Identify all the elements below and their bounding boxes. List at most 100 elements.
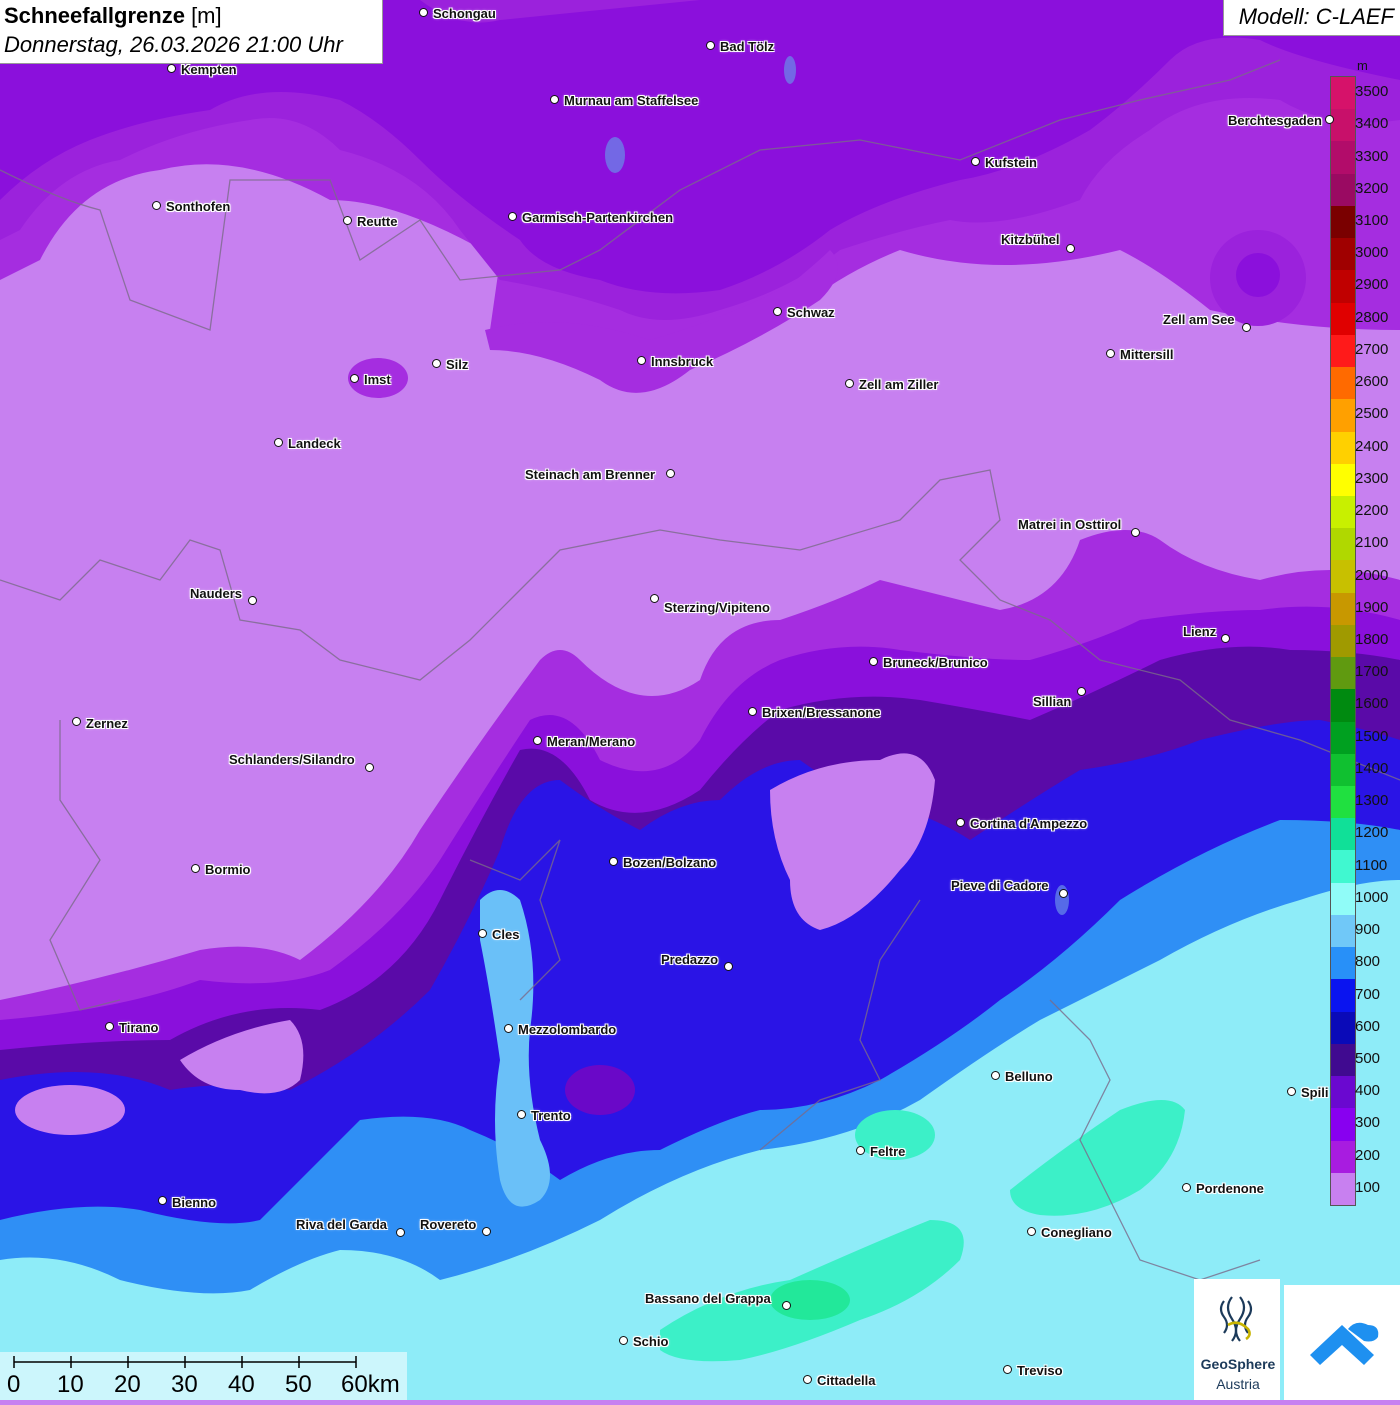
city-marker	[343, 216, 352, 225]
legend-label: 1500	[1355, 727, 1389, 745]
legend-unit: m	[1357, 58, 1368, 73]
legend-swatch	[1331, 431, 1355, 465]
legend-label: 2700	[1355, 340, 1389, 358]
legend-label: 2200	[1355, 502, 1389, 520]
city-marker	[350, 374, 359, 383]
city-marker	[365, 763, 374, 772]
title-box: Schneefallgrenze [m] Donnerstag, 26.03.2…	[0, 0, 383, 64]
map-datetime: Donnerstag, 26.03.2026 21:00 Uhr	[4, 32, 343, 57]
legend-swatch	[1331, 1043, 1355, 1077]
city-marker	[1059, 889, 1068, 898]
city-label: Landeck	[288, 436, 341, 451]
legend-swatch	[1331, 1108, 1355, 1142]
legend-label: 3300	[1355, 147, 1389, 165]
city-label: Imst	[364, 372, 391, 387]
city-marker	[533, 736, 542, 745]
city-label: Schwaz	[787, 305, 835, 320]
city-label: Matrei in Osttirol	[1018, 517, 1122, 532]
city-marker	[1182, 1183, 1191, 1192]
city-label: Sterzing/Vipiteno	[664, 600, 770, 615]
app-logo[interactable]	[1284, 1285, 1400, 1400]
city-label: Reutte	[357, 214, 398, 229]
legend-label: 1200	[1355, 824, 1389, 842]
city-label: Schio	[633, 1334, 669, 1349]
city-marker	[1066, 244, 1075, 253]
city-label: Bormio	[205, 862, 251, 877]
city-label: Schongau	[433, 6, 496, 21]
city-marker	[706, 41, 715, 50]
city-marker	[856, 1146, 865, 1155]
city-marker	[167, 64, 176, 73]
city-label: Bad Tölz	[720, 39, 775, 54]
city-marker	[971, 157, 980, 166]
scale-label: 60km	[341, 1371, 400, 1398]
legend-swatch	[1331, 495, 1355, 529]
city-marker	[1242, 323, 1251, 332]
legend-swatch	[1331, 205, 1355, 239]
city-label: Rovereto	[420, 1217, 477, 1232]
cloud-arrow-icon	[1310, 1322, 1379, 1365]
map-title: Schneefallgrenze [m]	[4, 3, 222, 29]
geosphere-logo-icon	[1219, 1296, 1253, 1342]
legend-swatch	[1331, 1011, 1355, 1045]
city-marker	[508, 212, 517, 221]
legend-swatch	[1331, 270, 1355, 304]
city-label: Nauders	[190, 586, 243, 601]
legend-label: 2900	[1355, 276, 1389, 294]
city-marker	[666, 469, 675, 478]
legend-swatch	[1331, 1172, 1355, 1206]
city-marker	[274, 438, 283, 447]
legend-swatch	[1331, 399, 1355, 432]
city-label: Lienz	[1183, 624, 1217, 639]
legend-swatch	[1331, 109, 1355, 142]
legend-label: 1700	[1355, 663, 1389, 681]
legend-label: 1300	[1355, 792, 1389, 810]
legend-label: 1600	[1355, 695, 1389, 713]
legend-swatch	[1331, 238, 1355, 271]
city-marker	[152, 201, 161, 210]
city-marker	[517, 1110, 526, 1119]
legend-swatch	[1331, 786, 1355, 819]
city-marker	[419, 8, 428, 17]
city-label: Cittadella	[817, 1373, 876, 1388]
scale-label: 30	[171, 1371, 198, 1398]
city-marker	[1106, 349, 1115, 358]
title-bold: Schneefallgrenze	[4, 3, 185, 28]
legend-swatch	[1331, 367, 1355, 400]
legend-label: 200	[1355, 1146, 1381, 1164]
legend-label: 400	[1355, 1082, 1381, 1100]
legend-swatch	[1331, 592, 1355, 626]
city-marker	[105, 1022, 114, 1031]
city-marker	[482, 1227, 491, 1236]
legend-swatch	[1331, 818, 1355, 851]
legend-label: 1900	[1355, 598, 1389, 616]
city-marker	[803, 1375, 812, 1384]
legend-label: 100	[1355, 1178, 1381, 1196]
city-label: Conegliano	[1041, 1225, 1112, 1240]
city-label: Garmisch-Partenkirchen	[522, 210, 674, 225]
legend-label: 2300	[1355, 469, 1389, 487]
legend-swatch	[1331, 721, 1355, 755]
logo-sub: Austria	[1216, 1376, 1260, 1392]
city-marker	[1003, 1365, 1012, 1374]
city-label: Bruneck/Brunico	[883, 655, 988, 670]
legend-swatch	[1331, 141, 1355, 175]
legend-swatch	[1331, 882, 1355, 916]
model-box: Modell: C-LAEF	[1223, 0, 1400, 36]
legend-label: 300	[1355, 1114, 1381, 1132]
city-label: Zell am Ziller	[859, 377, 939, 392]
city-label: Bienno	[172, 1195, 217, 1210]
legend-swatch	[1331, 979, 1355, 1013]
city-label: Cles	[492, 927, 520, 942]
city-marker	[650, 594, 659, 603]
legend-swatch	[1331, 302, 1355, 336]
city-marker	[845, 379, 854, 388]
legend-swatch	[1331, 560, 1355, 594]
city-marker	[72, 717, 81, 726]
city-marker	[504, 1024, 513, 1033]
legend-label: 3400	[1355, 115, 1389, 133]
legend-swatch	[1331, 463, 1355, 497]
city-label: Pordenone	[1196, 1181, 1264, 1196]
scale-label: 20	[114, 1371, 141, 1398]
city-label: Zernez	[86, 716, 128, 731]
